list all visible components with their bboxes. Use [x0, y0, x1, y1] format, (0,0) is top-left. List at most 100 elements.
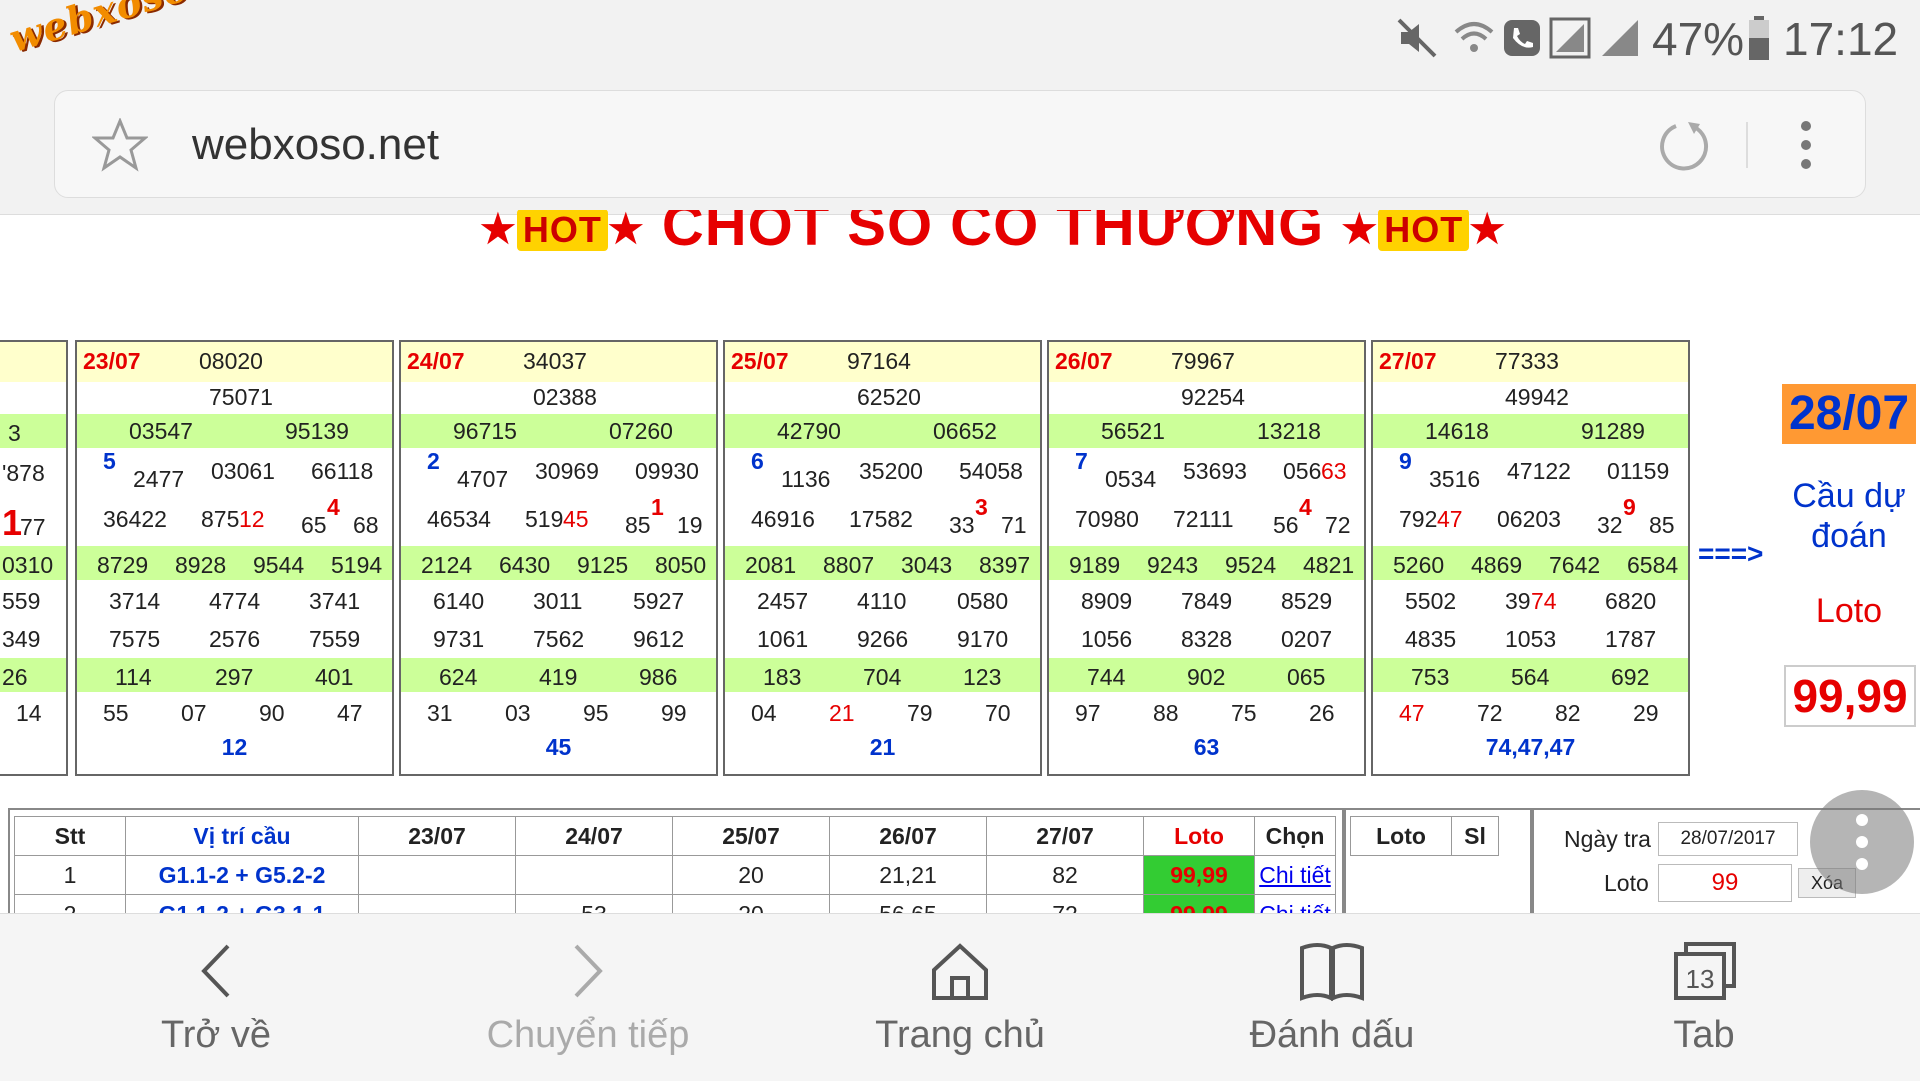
result-cell: 0534 [1105, 466, 1157, 492]
result-cell: 03547 [129, 418, 193, 444]
result-cell: 6430 [499, 552, 551, 578]
highlight-digit: 5 [103, 448, 116, 474]
result-cell: 4869 [1471, 552, 1523, 578]
nav-forward-label: Chuyển tiếp [486, 1014, 690, 1056]
nav-tabs-button[interactable]: 13 Tab [1554, 914, 1854, 1081]
col-sl: Sl [1451, 816, 1499, 856]
more-menu-icon[interactable] [1796, 118, 1816, 172]
partial-cell: 349 [2, 626, 41, 652]
result-cell: 9125 [577, 552, 629, 578]
bottom-navigation: Trở về Chuyển tiếp Trang chủ Đánh dấu 13… [0, 913, 1920, 1081]
highlight-digit: 4 [1299, 494, 1312, 520]
highlight-digit: 6 [751, 448, 764, 474]
loto-label: Loto [1604, 870, 1649, 896]
prediction-loto-label: Loto [1815, 592, 1883, 630]
result-cell: 8529 [1281, 588, 1333, 614]
nav-forward-button[interactable]: Chuyển tiếp [438, 914, 738, 1081]
result-cell: 5194 [331, 552, 383, 578]
partial-cell: 559 [2, 588, 41, 614]
result-cell: 75 [1231, 700, 1257, 726]
result-cell: 4774 [209, 588, 261, 614]
result-cell: 74 [1531, 588, 1557, 614]
hot-badge-left: HOT [516, 210, 608, 251]
result-cell: 753 [1411, 664, 1450, 690]
result-cell: 2457 [757, 588, 809, 614]
back-arrow-icon [201, 944, 230, 998]
result-cell: 07 [181, 700, 207, 726]
date-input[interactable]: 28/07/2017 [1658, 822, 1798, 856]
result-cell: 91289 [1581, 418, 1645, 444]
result-cell: 06652 [933, 418, 997, 444]
result-cell: 32 [1597, 512, 1623, 538]
result-cell: 183 [763, 664, 802, 690]
result-cell: 26 [1309, 700, 1335, 726]
cell-pos: G1.1-2 + G5.2-2 [125, 855, 359, 895]
result-cell: 7642 [1549, 552, 1601, 578]
result-cell: 8807 [823, 552, 875, 578]
result-cell: 8328 [1181, 626, 1233, 652]
special-prize: 08020 [199, 348, 263, 374]
result-cell: 3011 [533, 588, 583, 614]
partial-cell: '878 [2, 460, 45, 486]
bookmark-star-icon[interactable] [92, 118, 148, 172]
loto-input[interactable]: 99 [1658, 864, 1792, 902]
col-loto-sl: Loto [1350, 816, 1452, 856]
result-cell: 90 [259, 700, 285, 726]
result-cell: 03061 [211, 458, 275, 484]
nav-home-button[interactable]: Trang chủ [810, 914, 1110, 1081]
cell-d2 [515, 855, 673, 895]
highlight-digit: 7 [1075, 448, 1088, 474]
signal-sim1-icon [1549, 17, 1591, 59]
result-cell: 72 [1477, 700, 1503, 726]
clock: 17:12 [1783, 13, 1899, 65]
url-text[interactable]: webxoso.net [192, 120, 439, 170]
reload-icon[interactable] [1656, 118, 1712, 174]
result-cell: 9544 [253, 552, 305, 578]
floating-menu-button[interactable] [1810, 790, 1914, 894]
result-cell: 5927 [633, 588, 685, 614]
result-cell: 8050 [655, 552, 707, 578]
cell-choose[interactable]: Chi tiết [1254, 855, 1336, 895]
prediction-label: Cầu dự đoán [1780, 476, 1918, 556]
result-cell: 4707 [457, 466, 509, 492]
result-cell: 624 [439, 664, 478, 690]
result-cell: 99 [661, 700, 687, 726]
nav-bookmarks-button[interactable]: Đánh dấu [1182, 914, 1482, 1081]
status-bar: webxoso.net 47% 17:12 [0, 0, 1920, 80]
result-cell: 65 [301, 512, 327, 538]
result-cell: 95 [583, 700, 609, 726]
result-cell: 5502 [1405, 588, 1457, 614]
result-cell: 7849 [1181, 588, 1233, 614]
result-cell: 19 [677, 512, 703, 538]
result-cell: 46534 [427, 506, 491, 532]
home-icon [932, 943, 988, 1000]
result-cell: 56 [1273, 512, 1299, 538]
result-cell: 875 [201, 506, 240, 532]
result-cell: 35200 [859, 458, 923, 484]
result-cell: 33 [949, 512, 975, 538]
result-cell: 95139 [285, 418, 349, 444]
result-cell: 7559 [309, 626, 361, 652]
partial-cell: 0310 [2, 552, 54, 578]
result-cell: 519 [525, 506, 564, 532]
result-cell: 6140 [433, 588, 485, 614]
result-cell: 6820 [1605, 588, 1657, 614]
result-cell: 12 [239, 506, 265, 532]
card-date: 27/07 [1379, 348, 1437, 374]
result-cell: 123 [963, 664, 1002, 690]
result-cell: 70980 [1075, 506, 1139, 532]
result-cell: 1136 [781, 466, 831, 492]
result-cell: 114 [115, 664, 152, 690]
col-loto: Loto [1143, 816, 1255, 856]
result-cell: 21 [829, 700, 855, 726]
result-cell: 9189 [1069, 552, 1121, 578]
result-cell: 9524 [1225, 552, 1277, 578]
result-cell: 70 [985, 700, 1011, 726]
cell-d1 [358, 855, 516, 895]
wifi-call-icon [1454, 22, 1494, 52]
nav-back-button[interactable]: Trở về [66, 914, 366, 1081]
site-logo: webxoso.net [4, 0, 276, 61]
cell-loto: 99,99 [1143, 855, 1255, 895]
result-cell: 1053 [1505, 626, 1557, 652]
result-card: 27/07 77333 49942 14618 91289 9 3516 47122 01159… [1371, 340, 1690, 776]
